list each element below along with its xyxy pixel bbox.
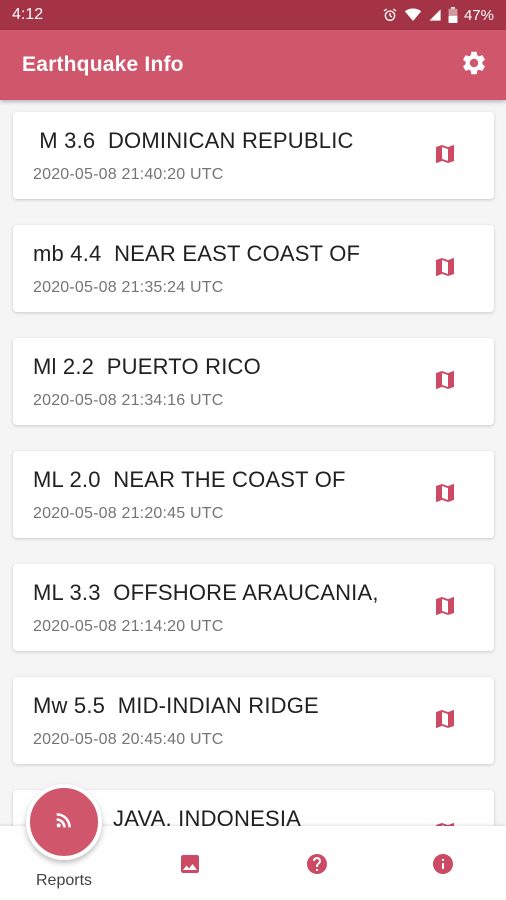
earthquake-time: 2020-05-08 21:35:24 UTC: [33, 279, 224, 296]
app-title: Earthquake Info: [22, 53, 184, 76]
status-time: 4:12: [12, 6, 44, 23]
earthquake-time: 2020-05-08 21:14:20 UTC: [33, 618, 224, 635]
nav-help[interactable]: [293, 826, 341, 900]
battery-icon: [448, 7, 458, 23]
image-icon: [178, 852, 202, 876]
earthquake-title: JAVA, INDONESIA: [113, 806, 302, 826]
earthquake-list[interactable]: M 3.6 DOMINICAN REPUBLIC 2020-05-08 21:4…: [0, 100, 506, 826]
map-button[interactable]: [433, 596, 457, 620]
nav-reports[interactable]: Reports: [14, 784, 114, 900]
earthquake-title: mb 4.4 NEAR EAST COAST OF: [33, 241, 361, 266]
earthquake-card[interactable]: Mw 5.5 MID-INDIAN RIDGE 2020-05-08 20:45…: [13, 677, 494, 764]
map-button[interactable]: [433, 257, 457, 281]
map-button[interactable]: [433, 709, 457, 733]
reports-fab[interactable]: [26, 784, 102, 860]
status-bar: 4:12 47%: [0, 0, 506, 30]
map-button[interactable]: [433, 370, 457, 394]
rss-feed-icon: [53, 809, 75, 836]
gear-icon: [460, 49, 488, 82]
nav-reports-label: Reports: [35, 872, 93, 889]
map-icon: [433, 481, 457, 510]
map-icon: [433, 255, 457, 284]
signal-icon: [428, 8, 442, 22]
map-button[interactable]: [433, 144, 457, 168]
map-button[interactable]: [433, 483, 457, 507]
map-icon: [433, 142, 457, 171]
earthquake-title: ML 2.0 NEAR THE COAST OF: [33, 467, 346, 492]
earthquake-time: 2020-05-08 21:40:20 UTC: [33, 166, 224, 183]
earthquake-card[interactable]: ML 3.3 OFFSHORE ARAUCANIA, 2020-05-08 21…: [13, 564, 494, 651]
earthquake-time: 2020-05-08 20:45:40 UTC: [33, 731, 224, 748]
earthquake-card[interactable]: Ml 2.2 PUERTO RICO 2020-05-08 21:34:16 U…: [13, 338, 494, 425]
map-icon: [433, 594, 457, 623]
earthquake-title: Ml 2.2 PUERTO RICO: [33, 354, 261, 379]
earthquake-title: ML 3.3 OFFSHORE ARAUCANIA,: [33, 580, 379, 605]
earthquake-card[interactable]: M 3.6 DOMINICAN REPUBLIC 2020-05-08 21:4…: [13, 112, 494, 199]
earthquake-time: 2020-05-08 21:20:45 UTC: [33, 505, 224, 522]
status-icons: 47%: [382, 7, 494, 24]
nav-gallery[interactable]: [166, 826, 214, 900]
settings-button[interactable]: [458, 49, 490, 81]
nav-info[interactable]: [419, 826, 467, 900]
earthquake-time: 2020-05-08 21:34:16 UTC: [33, 392, 224, 409]
info-icon: [431, 852, 455, 876]
earthquake-card[interactable]: mb 4.4 NEAR EAST COAST OF 2020-05-08 21:…: [13, 225, 494, 312]
bottom-navigation: Reports: [0, 784, 506, 900]
app-bar: Earthquake Info: [0, 30, 506, 100]
earthquake-card[interactable]: ML 2.0 NEAR THE COAST OF 2020-05-08 21:2…: [13, 451, 494, 538]
help-icon: [305, 852, 329, 876]
earthquake-title: M 3.6 DOMINICAN REPUBLIC: [33, 128, 354, 153]
alarm-icon: [382, 7, 398, 23]
battery-percent: 47%: [463, 6, 494, 24]
map-icon: [433, 368, 457, 397]
earthquake-title: Mw 5.5 MID-INDIAN RIDGE: [33, 693, 319, 718]
wifi-icon: [404, 7, 422, 23]
map-icon: [433, 707, 457, 736]
